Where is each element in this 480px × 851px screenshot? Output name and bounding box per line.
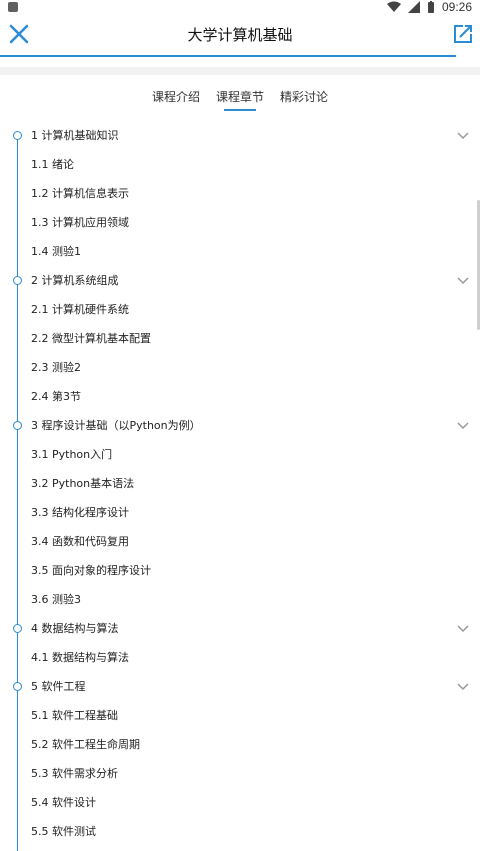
section-item[interactable]: 1.3 计算机应用领域 xyxy=(0,207,480,236)
chapter-item[interactable]: 4 数据结构与算法 xyxy=(0,613,480,642)
timeline-dot xyxy=(13,276,22,285)
section-item[interactable]: 3.4 函数和代码复用 xyxy=(0,526,480,555)
section-label: 1.3 计算机应用领域 xyxy=(31,215,129,229)
section-label: 2.4 第3节 xyxy=(31,389,81,403)
section-label: 1.4 测验1 xyxy=(31,244,81,258)
chapter-label: 3 程序设计基础（以Python为例） xyxy=(31,418,201,432)
notification-icon xyxy=(8,2,18,12)
chapter-label: 1 计算机基础知识 xyxy=(31,128,119,142)
chapter-label: 5 软件工程 xyxy=(31,679,86,693)
header-divider xyxy=(0,67,480,75)
battery-icon xyxy=(427,1,434,13)
app-header: 大学计算机基础 xyxy=(0,14,480,56)
tab-discussions[interactable]: 精彩讨论 xyxy=(278,88,330,114)
section-item[interactable]: 3.2 Python基本语法 xyxy=(0,468,480,497)
section-item[interactable]: 5.1 软件工程基础 xyxy=(0,700,480,729)
section-item[interactable]: 5.3 软件需求分析 xyxy=(0,758,480,787)
status-time: 09:26 xyxy=(441,0,472,14)
chapter-label: 4 数据结构与算法 xyxy=(31,621,119,635)
section-label: 3.4 函数和代码复用 xyxy=(31,534,129,548)
page-title: 大学计算机基础 xyxy=(187,26,293,44)
section-item[interactable]: 3.6 测验3 xyxy=(0,584,480,613)
section-item[interactable]: 3.3 结构化程序设计 xyxy=(0,497,480,526)
chevron-down-icon[interactable] xyxy=(456,679,470,693)
chapter-item[interactable]: 1 计算机基础知识 xyxy=(0,120,480,149)
signal-icon xyxy=(407,1,420,13)
section-item[interactable]: 5.2 软件工程生命周期 xyxy=(0,729,480,758)
chapter-list: 1 计算机基础知识 1.1 绪论 1.2 计算机信息表示 1.3 计算机应用领域… xyxy=(0,120,480,845)
section-item[interactable]: 2.4 第3节 xyxy=(0,381,480,410)
header-underline xyxy=(0,55,456,57)
chapter-item[interactable]: 5 软件工程 xyxy=(0,671,480,700)
wifi-icon xyxy=(386,1,401,12)
section-item[interactable]: 1.1 绪论 xyxy=(0,149,480,178)
section-label: 3.3 结构化程序设计 xyxy=(31,505,129,519)
status-icons: 09:26 xyxy=(386,0,472,14)
section-item[interactable]: 1.4 测验1 xyxy=(0,236,480,265)
section-item[interactable]: 2.1 计算机硬件系统 xyxy=(0,294,480,323)
section-label: 3.5 面向对象的程序设计 xyxy=(31,563,151,577)
timeline-dot xyxy=(13,682,22,691)
section-label: 5.4 软件设计 xyxy=(31,795,96,809)
chapter-item[interactable]: 2 计算机系统组成 xyxy=(0,265,480,294)
section-label: 2.3 测验2 xyxy=(31,360,81,374)
chevron-down-icon[interactable] xyxy=(456,418,470,432)
section-label: 4.1 数据结构与算法 xyxy=(31,650,129,664)
timeline-dot xyxy=(13,624,22,633)
share-icon xyxy=(454,25,472,43)
section-label: 3.2 Python基本语法 xyxy=(31,476,135,490)
section-item[interactable]: 3.1 Python入门 xyxy=(0,439,480,468)
timeline-dot xyxy=(13,131,22,140)
chevron-down-icon[interactable] xyxy=(456,128,470,142)
tab-course-chapters[interactable]: 课程章节 xyxy=(214,88,266,114)
section-label: 2.2 微型计算机基本配置 xyxy=(31,331,151,345)
section-item[interactable]: 4.1 数据结构与算法 xyxy=(0,642,480,671)
section-item[interactable]: 5.4 软件设计 xyxy=(0,787,480,816)
section-label: 5.1 软件工程基础 xyxy=(31,708,118,722)
status-bar: 09:26 xyxy=(0,0,480,14)
section-label: 3.6 测验3 xyxy=(31,592,81,606)
chevron-down-icon[interactable] xyxy=(456,273,470,287)
share-button[interactable] xyxy=(452,23,474,45)
section-label: 5.2 软件工程生命周期 xyxy=(31,737,140,751)
section-label: 5.5 软件测试 xyxy=(31,824,96,838)
section-item[interactable]: 5.5 软件测试 xyxy=(0,816,480,845)
tab-course-intro[interactable]: 课程介绍 xyxy=(150,88,202,114)
chapter-label: 2 计算机系统组成 xyxy=(31,273,119,287)
section-item[interactable]: 3.5 面向对象的程序设计 xyxy=(0,555,480,584)
chapter-item[interactable]: 3 程序设计基础（以Python为例） xyxy=(0,410,480,439)
section-item[interactable]: 1.2 计算机信息表示 xyxy=(0,178,480,207)
section-label: 2.1 计算机硬件系统 xyxy=(31,302,129,316)
section-item[interactable]: 2.3 测验2 xyxy=(0,352,480,381)
section-item[interactable]: 2.2 微型计算机基本配置 xyxy=(0,323,480,352)
section-label: 5.3 软件需求分析 xyxy=(31,766,118,780)
timeline-dot xyxy=(13,421,22,430)
tab-bar: 课程介绍 课程章节 精彩讨论 xyxy=(0,88,480,114)
section-label: 1.2 计算机信息表示 xyxy=(31,186,129,200)
chevron-down-icon[interactable] xyxy=(456,621,470,635)
section-label: 3.1 Python入门 xyxy=(31,447,113,461)
section-label: 1.1 绪论 xyxy=(31,157,74,171)
